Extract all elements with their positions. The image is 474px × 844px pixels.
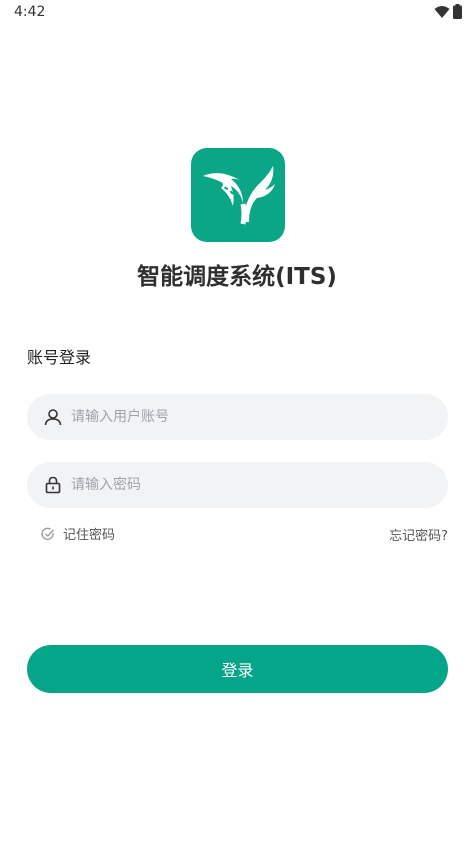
battery-icon — [453, 4, 462, 19]
lock-icon — [43, 475, 63, 495]
remember-password-checkbox[interactable]: 记住密码 — [41, 524, 115, 543]
forgot-password-link[interactable]: 忘记密码? — [389, 525, 448, 544]
user-icon — [43, 407, 63, 427]
username-field[interactable] — [27, 394, 448, 440]
login-button[interactable]: 登录 — [27, 645, 448, 693]
status-bar: 4:42 — [0, 0, 474, 24]
app-logo — [191, 148, 285, 242]
app-title: 智能调度系统(ITS) — [137, 264, 337, 290]
status-icons — [434, 4, 462, 19]
login-section-title: 账号登录 — [27, 348, 92, 367]
status-time: 4:42 — [14, 4, 46, 20]
wifi-icon — [434, 5, 450, 18]
bird-logo-icon — [203, 166, 275, 225]
check-circle-icon — [41, 527, 54, 540]
username-input[interactable] — [71, 394, 448, 440]
remember-password-label: 记住密码 — [63, 528, 116, 543]
password-field[interactable] — [27, 462, 448, 508]
password-input[interactable] — [71, 462, 448, 508]
